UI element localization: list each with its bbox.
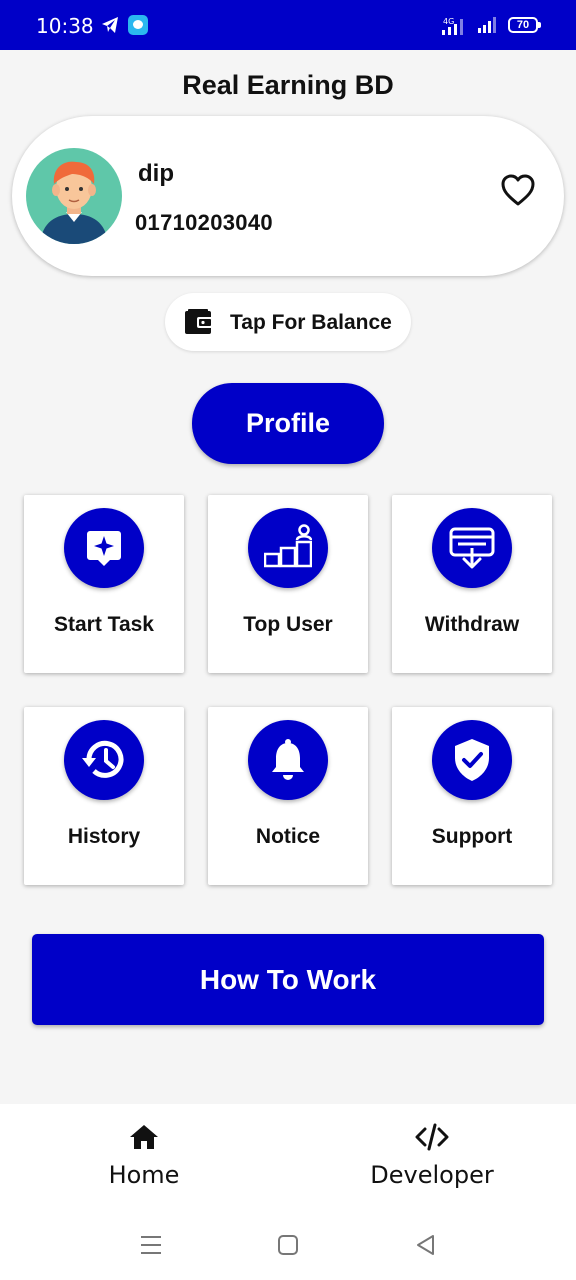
notice-tile[interactable]: Notice bbox=[208, 707, 368, 885]
history-icon bbox=[82, 740, 124, 778]
nav-label: Developer bbox=[370, 1161, 494, 1189]
withdraw-icon bbox=[449, 527, 495, 569]
telegram-icon bbox=[102, 17, 118, 33]
tile-label: Start Task bbox=[54, 613, 154, 636]
star-task-icon bbox=[87, 531, 121, 566]
page-title: Real Earning BD bbox=[182, 70, 394, 100]
history-icon-circle bbox=[64, 720, 144, 800]
signal-icon bbox=[478, 17, 496, 33]
notice-icon-circle bbox=[248, 720, 328, 800]
support-tile[interactable]: Support bbox=[392, 707, 552, 885]
nav-developer[interactable]: Developer bbox=[332, 1122, 532, 1189]
recent-apps-icon[interactable] bbox=[139, 1234, 163, 1256]
withdraw-tile[interactable]: Withdraw bbox=[392, 495, 552, 673]
home-system-icon[interactable] bbox=[276, 1234, 300, 1256]
home-icon bbox=[130, 1125, 158, 1149]
svg-text:4G: 4G bbox=[443, 17, 454, 26]
bottom-nav: Home Developer bbox=[0, 1104, 576, 1208]
signal-4g-icon: 4G bbox=[442, 17, 463, 35]
message-app-icon bbox=[128, 15, 148, 35]
battery-icon: 70 bbox=[508, 17, 541, 33]
top-user-icon-circle bbox=[248, 508, 328, 588]
nav-home[interactable]: Home bbox=[44, 1122, 244, 1189]
top-user-tile[interactable]: Top User bbox=[208, 495, 368, 673]
tile-label: History bbox=[67, 825, 141, 848]
withdraw-icon-circle bbox=[432, 508, 512, 588]
nav-label: Home bbox=[108, 1161, 180, 1189]
user-phone: 01710203040 bbox=[135, 210, 273, 235]
start-task-tile[interactable]: Start Task bbox=[24, 495, 184, 673]
wallet-icon bbox=[185, 309, 213, 334]
code-icon bbox=[415, 1123, 449, 1151]
balance-label: Tap For Balance bbox=[230, 311, 392, 334]
heart-icon[interactable] bbox=[500, 173, 536, 207]
status-time: 10:38 bbox=[36, 14, 94, 38]
tile-label: Support bbox=[431, 825, 513, 848]
tile-label: Notice bbox=[255, 825, 321, 848]
support-icon-circle bbox=[432, 720, 512, 800]
how-to-work-button[interactable]: How To Work bbox=[32, 934, 544, 1025]
avatar bbox=[26, 148, 122, 244]
start-task-icon-circle bbox=[64, 508, 144, 588]
system-nav-bar bbox=[0, 1208, 576, 1280]
bell-icon bbox=[272, 739, 304, 780]
back-icon[interactable] bbox=[414, 1234, 438, 1256]
tap-for-balance-button[interactable]: Tap For Balance bbox=[165, 293, 411, 351]
shield-check-icon bbox=[455, 739, 489, 781]
tile-label: Withdraw bbox=[424, 613, 520, 636]
user-card: dip 01710203040 bbox=[12, 116, 564, 276]
status-bar: 10:38 4G 70 bbox=[0, 0, 576, 50]
history-tile[interactable]: History bbox=[24, 707, 184, 885]
profile-button[interactable]: Profile bbox=[192, 383, 384, 464]
tile-label: Top User bbox=[243, 613, 333, 636]
user-name: dip bbox=[138, 160, 174, 187]
leaderboard-icon bbox=[264, 524, 312, 568]
